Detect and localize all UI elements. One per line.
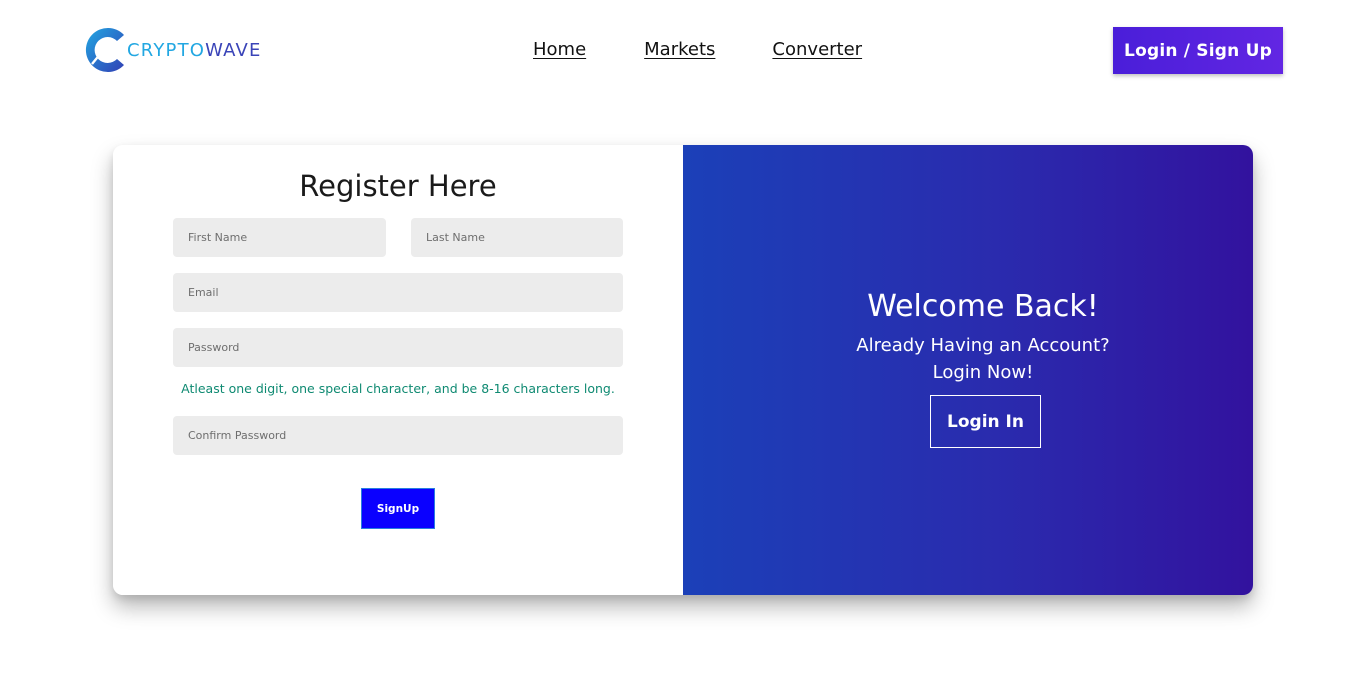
first-name-input[interactable] [173,218,386,257]
logo-text-crypto: CRYPTO [127,39,206,61]
password-input[interactable] [173,328,623,367]
last-name-input[interactable] [411,218,623,257]
email-input[interactable] [173,273,623,312]
auth-card: Register Here Atleast one digit, one spe… [113,145,1253,595]
logo-icon [85,28,124,73]
register-panel: Register Here Atleast one digit, one spe… [113,145,683,595]
login-in-button[interactable]: Login In [930,395,1041,448]
logo-text-wave: WAVE [205,39,262,61]
signup-button[interactable]: SignUp [361,488,435,529]
nav-link-home[interactable]: Home [533,39,586,60]
welcome-line-2: Login Now! [932,362,1034,383]
logo-text: CRYPTOWAVE [127,40,262,61]
welcome-line-1: Already Having an Account? [856,335,1110,356]
main-nav: Home Markets Converter [533,39,862,60]
nav-link-markets[interactable]: Markets [644,39,715,60]
welcome-panel: Welcome Back! Already Having an Account?… [683,145,1253,595]
password-hint: Atleast one digit, one special character… [181,381,615,396]
welcome-subtitle: Already Having an Account? Login Now! [683,332,1253,386]
nav-link-converter[interactable]: Converter [772,39,862,60]
confirm-password-input[interactable] [173,416,623,455]
logo[interactable]: CRYPTOWAVE [84,26,262,74]
welcome-title: Welcome Back! [867,289,1099,324]
register-title: Register Here [299,169,497,203]
login-signup-button[interactable]: Login / Sign Up [1113,27,1283,74]
